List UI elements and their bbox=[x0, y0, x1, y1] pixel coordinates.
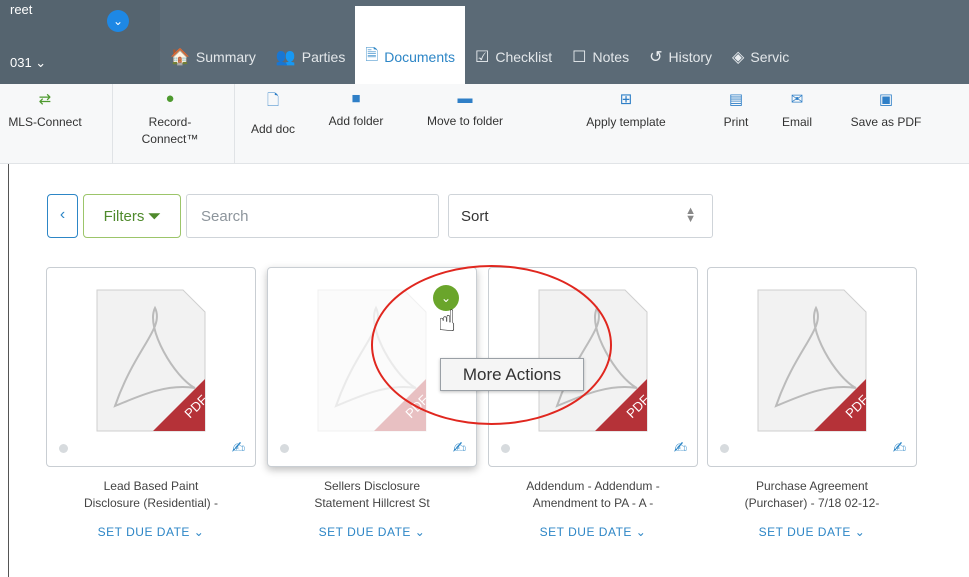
address-line-1: reet bbox=[10, 2, 33, 17]
tab-notes[interactable]: ☐ Notes bbox=[562, 0, 639, 84]
tab-summary[interactable]: 🏠 Summary bbox=[160, 0, 266, 84]
tab-parties[interactable]: 👥 Parties bbox=[266, 0, 356, 84]
status-dot bbox=[59, 444, 68, 453]
home-icon: 🏠 bbox=[170, 49, 190, 66]
add-folder-button[interactable]: ■ Add folder bbox=[318, 90, 394, 128]
print-button[interactable]: ▤ Print bbox=[716, 90, 756, 129]
back-button[interactable]: ‹ bbox=[47, 194, 78, 238]
document-title[interactable]: Addendum - Addendum - Amendment to PA - A… bbox=[488, 478, 698, 512]
apply-template-button[interactable]: ⊞ Apply template bbox=[570, 90, 682, 129]
set-due-date-link[interactable]: SET DUE DATE ⌄ bbox=[488, 525, 698, 539]
pdf-thumbnail-icon: PDF bbox=[96, 289, 207, 432]
tab-services[interactable]: ◈ Servic bbox=[722, 0, 799, 84]
filter-icon: ⏷ bbox=[148, 207, 161, 225]
document-icon: 🗎 bbox=[365, 46, 379, 64]
document-title[interactable]: Sellers Disclosure Statement Hillcrest St bbox=[267, 478, 477, 512]
status-dot bbox=[720, 444, 729, 453]
set-due-date-link[interactable]: SET DUE DATE ⌄ bbox=[707, 525, 917, 539]
sort-select[interactable]: Sort ▲ ▼ bbox=[448, 194, 713, 238]
signature-icon[interactable]: ✍ bbox=[674, 438, 687, 458]
pdf-icon: ▣ bbox=[878, 91, 894, 108]
add-folder-icon: ■ bbox=[351, 90, 361, 107]
tab-checklist[interactable]: ☑ Checklist bbox=[465, 0, 562, 84]
address-line-2: 031 ⌄ bbox=[10, 55, 47, 70]
services-icon: ◈ bbox=[732, 49, 745, 66]
set-due-date-link[interactable]: SET DUE DATE ⌄ bbox=[46, 525, 256, 539]
template-icon: ⊞ bbox=[619, 91, 633, 108]
save-as-pdf-button[interactable]: ▣ Save as PDF bbox=[848, 90, 924, 129]
mls-icon: ⇄ bbox=[38, 91, 52, 108]
record-connect-icon: ● bbox=[165, 90, 175, 107]
document-toolbar: ⇄ MLS-Connect ● Record- Connect™ 🗋 Add doc … bbox=[0, 84, 969, 164]
notes-icon: ☐ bbox=[572, 49, 587, 66]
tab-history[interactable]: ↺ History bbox=[639, 0, 722, 84]
record-connect-button[interactable]: ● Record- Connect™ bbox=[130, 90, 210, 148]
mls-connect-button[interactable]: ⇄ MLS-Connect bbox=[0, 90, 90, 129]
document-title[interactable]: Purchase Agreement (Purchaser) - 7/18 02-… bbox=[707, 478, 917, 512]
document-card[interactable]: PDF ✍ bbox=[707, 267, 917, 467]
move-folder-icon: ▬ bbox=[457, 90, 473, 107]
search-input[interactable] bbox=[186, 194, 439, 238]
transaction-address[interactable]: reet ⌄ 031 ⌄ bbox=[0, 0, 160, 84]
pdf-thumbnail-icon: PDF bbox=[757, 289, 868, 432]
signature-icon[interactable]: ✍ bbox=[453, 438, 466, 458]
move-to-folder-button[interactable]: ▬ Move to folder bbox=[418, 90, 512, 128]
add-doc-button[interactable]: 🗋 Add doc bbox=[243, 90, 303, 136]
document-title[interactable]: Lead Based Paint Disclosure (Residential)… bbox=[46, 478, 256, 512]
signature-icon[interactable]: ✍ bbox=[893, 438, 906, 458]
tab-documents[interactable]: 🗎 Documents bbox=[355, 6, 466, 84]
document-card[interactable]: PDF ✍ bbox=[46, 267, 256, 467]
email-icon: ✉ bbox=[790, 91, 804, 108]
annotation-highlight bbox=[371, 265, 612, 425]
print-icon: ▤ bbox=[728, 91, 744, 108]
signature-icon[interactable]: ✍ bbox=[232, 438, 245, 458]
history-icon: ↺ bbox=[649, 49, 663, 66]
filters-button[interactable]: Filters ⏷ bbox=[83, 194, 181, 238]
people-icon: 👥 bbox=[275, 49, 296, 66]
toolbar-divider bbox=[234, 84, 235, 164]
email-button[interactable]: ✉ Email bbox=[776, 90, 818, 129]
add-doc-icon: 🗋 bbox=[266, 92, 280, 109]
expand-address-icon[interactable]: ⌄ bbox=[107, 10, 129, 32]
set-due-date-link[interactable]: SET DUE DATE ⌄ bbox=[267, 525, 477, 539]
toolbar-divider bbox=[112, 84, 113, 164]
top-nav: reet ⌄ 031 ⌄ 🏠 Summary 👥 Parties 🗎 Document… bbox=[0, 0, 969, 84]
status-dot bbox=[501, 444, 510, 453]
sort-arrows-icon: ▲ ▼ bbox=[685, 205, 696, 225]
checklist-icon: ☑ bbox=[475, 49, 490, 66]
status-dot bbox=[280, 444, 289, 453]
main-tabs: 🏠 Summary 👥 Parties 🗎 Documents ☑ Checklist … bbox=[160, 0, 799, 84]
